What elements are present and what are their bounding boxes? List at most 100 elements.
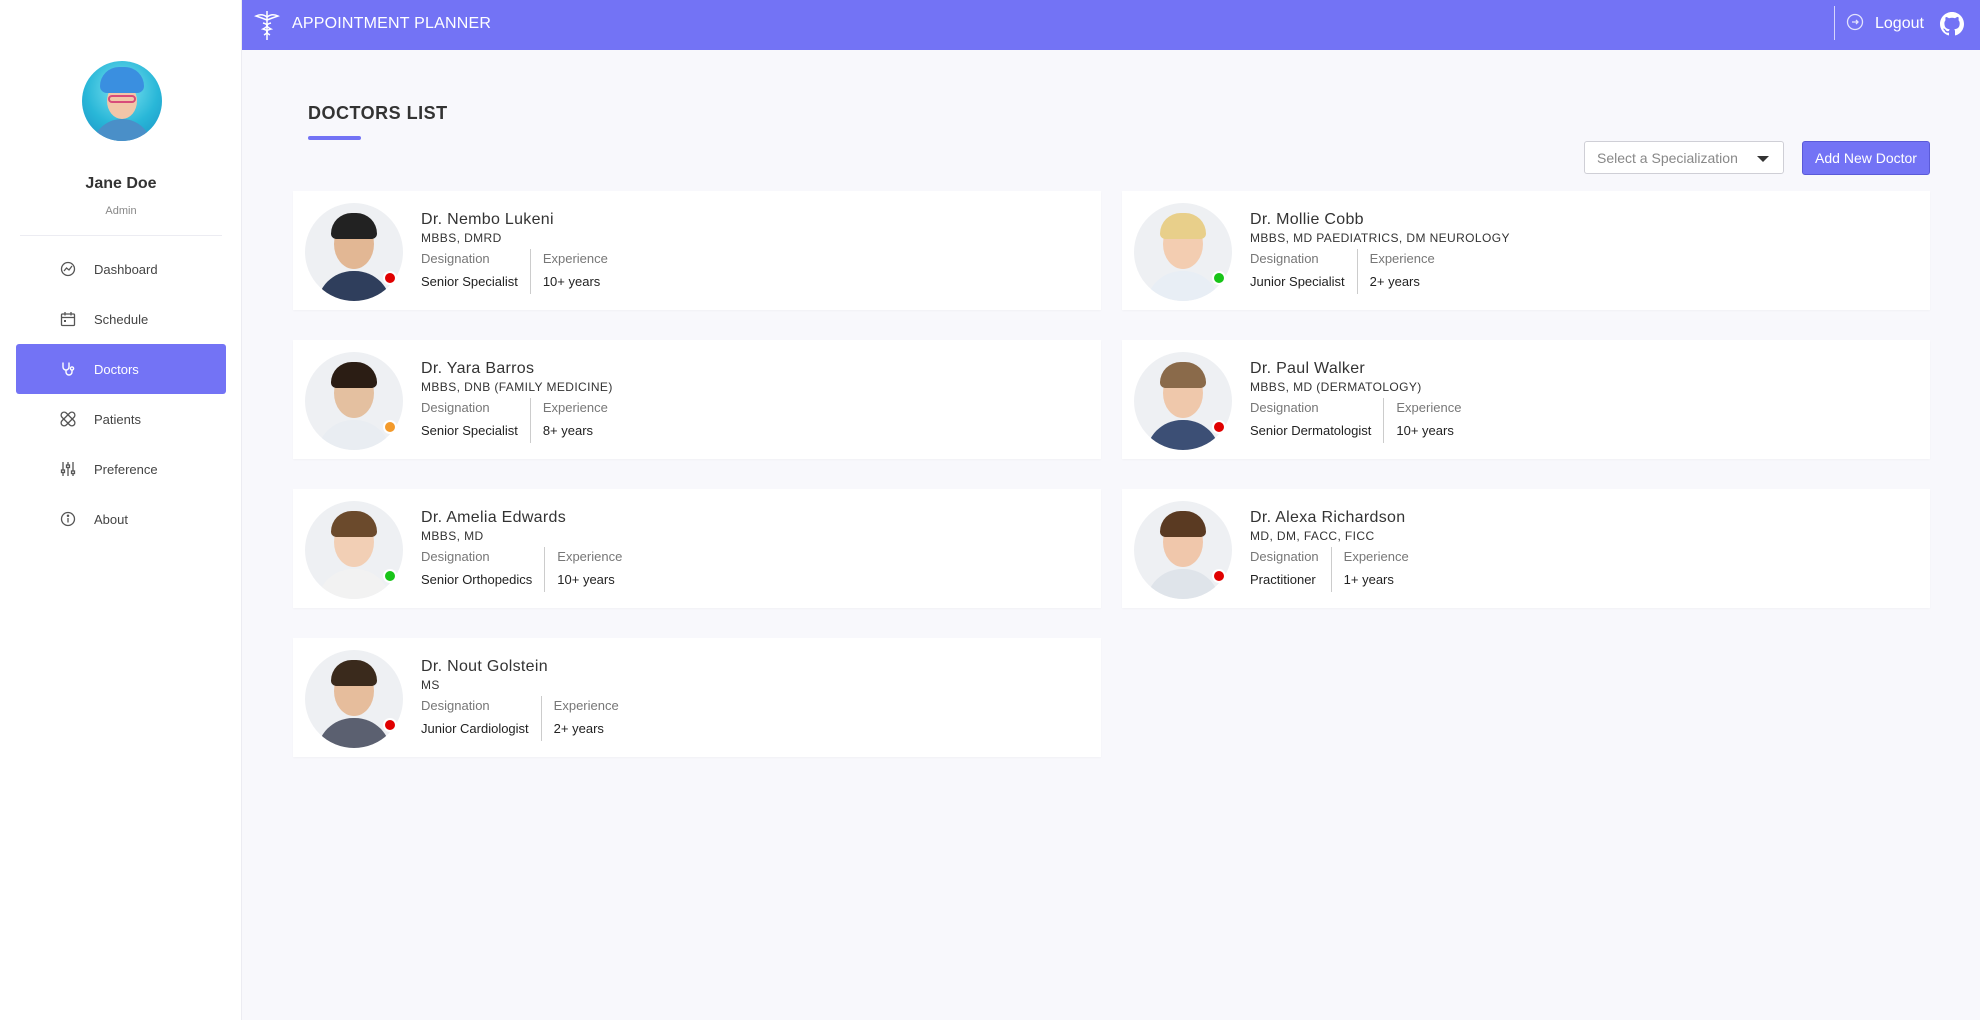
doctor-qualification: MS bbox=[421, 678, 440, 692]
sliders-icon bbox=[60, 462, 76, 476]
designation-label: Designation bbox=[1250, 549, 1319, 564]
doctor-name: Dr. Paul Walker bbox=[1250, 360, 1366, 377]
designation-label: Designation bbox=[1250, 251, 1319, 266]
user-name: Jane Doe bbox=[85, 175, 157, 192]
doctor-card[interactable]: Dr. Paul Walker MBBS, MD (DERMATOLOGY) D… bbox=[1122, 340, 1930, 459]
github-icon[interactable] bbox=[1940, 12, 1964, 36]
experience-label: Experience bbox=[542, 400, 608, 415]
doctor-qualification: MBBS, DNB (FAMILY MEDICINE) bbox=[421, 380, 613, 394]
doctor-card[interactable]: Dr. Nembo Lukeni MBBS, DMRD Designation … bbox=[293, 191, 1101, 310]
sidebar-item-patients[interactable]: Patients bbox=[16, 394, 226, 444]
bandage-icon bbox=[60, 411, 76, 427]
user-role: Admin bbox=[105, 205, 137, 217]
status-indicator bbox=[1212, 271, 1226, 285]
designation-label: Designation bbox=[1250, 400, 1319, 415]
status-indicator bbox=[1212, 569, 1226, 583]
status-indicator bbox=[383, 271, 397, 285]
status-indicator bbox=[383, 718, 397, 732]
sidebar-item-label: Preference bbox=[94, 461, 158, 477]
doctor-card[interactable]: Dr. Alexa Richardson MD, DM, FACC, FICC … bbox=[1122, 489, 1930, 608]
page-title: DOCTORS LIST bbox=[308, 103, 448, 123]
designation-value: Senior Specialist bbox=[421, 274, 518, 289]
doctor-qualification: MBBS, MD PAEDIATRICS, DM NEUROLOGY bbox=[1250, 231, 1510, 245]
sidebar-item-about[interactable]: About bbox=[16, 494, 226, 544]
logout-button[interactable]: Logout bbox=[1875, 15, 1924, 33]
doctor-meta: Designation Junior Specialist Experience… bbox=[1250, 249, 1447, 294]
doctor-name: Dr. Mollie Cobb bbox=[1250, 211, 1364, 228]
sidebar-item-label: About bbox=[94, 511, 128, 527]
designation-label: Designation bbox=[421, 251, 490, 266]
designation-label: Designation bbox=[421, 698, 490, 713]
caduceus-icon bbox=[254, 11, 280, 40]
top-bar: APPOINTMENT PLANNER Logout bbox=[242, 0, 1980, 50]
doctor-photo bbox=[305, 650, 403, 748]
sidebar-item-label: Dashboard bbox=[94, 261, 158, 277]
info-icon bbox=[60, 511, 76, 527]
topbar-divider bbox=[1834, 6, 1835, 40]
stethoscope-icon bbox=[62, 362, 75, 376]
doctor-meta: Designation Senior Orthopedics Experienc… bbox=[421, 547, 634, 592]
sidebar-item-label: Patients bbox=[94, 411, 141, 427]
calendar-icon bbox=[60, 312, 76, 327]
doctor-meta: Designation Junior Cardiologist Experien… bbox=[421, 696, 631, 741]
experience-value: 10+ years bbox=[542, 274, 601, 289]
experience-label: Experience bbox=[1369, 251, 1435, 266]
experience-label: Experience bbox=[553, 698, 619, 713]
doctor-qualification: MBBS, DMRD bbox=[421, 231, 502, 245]
doctor-meta: Designation Practitioner Experience 1+ y… bbox=[1250, 547, 1421, 592]
sidebar-divider bbox=[20, 235, 222, 236]
experience-value: 1+ years bbox=[1343, 572, 1394, 587]
doctor-qualification: MBBS, MD (DERMATOLOGY) bbox=[1250, 380, 1422, 394]
status-indicator bbox=[383, 569, 397, 583]
doctor-card[interactable]: Dr. Amelia Edwards MBBS, MD Designation … bbox=[293, 489, 1101, 608]
doctor-meta: Designation Senior Specialist Experience… bbox=[421, 249, 620, 294]
doctor-name: Dr. Nembo Lukeni bbox=[421, 211, 554, 228]
add-doctor-button[interactable]: Add New Doctor bbox=[1802, 141, 1930, 175]
doctor-name: Dr. Amelia Edwards bbox=[421, 509, 567, 526]
doctor-photo bbox=[1134, 203, 1232, 301]
designation-value: Senior Orthopedics bbox=[421, 572, 533, 587]
experience-label: Experience bbox=[542, 251, 608, 266]
doctor-card[interactable]: Dr. Yara Barros MBBS, DNB (FAMILY MEDICI… bbox=[293, 340, 1101, 459]
doctor-name: Dr. Yara Barros bbox=[421, 360, 535, 377]
designation-label: Designation bbox=[421, 549, 490, 564]
experience-value: 2+ years bbox=[1369, 274, 1420, 289]
experience-value: 8+ years bbox=[542, 423, 594, 438]
specialization-placeholder: Select a Specialization bbox=[1597, 150, 1738, 166]
status-indicator bbox=[1212, 420, 1226, 434]
sidebar-nav: Dashboard Schedule Doctors Patients Pref… bbox=[16, 244, 226, 544]
doctor-photo bbox=[305, 203, 403, 301]
doctor-name: Dr. Alexa Richardson bbox=[1250, 509, 1406, 526]
designation-value: Practitioner bbox=[1250, 572, 1316, 587]
logout-icon[interactable] bbox=[1846, 13, 1864, 31]
sidebar-item-dashboard[interactable]: Dashboard bbox=[16, 244, 226, 294]
chevron-down-icon bbox=[1757, 156, 1769, 162]
doctor-card[interactable]: Dr. Mollie Cobb MBBS, MD PAEDIATRICS, DM… bbox=[1122, 191, 1930, 310]
specialization-select[interactable]: Select a Specialization bbox=[1584, 141, 1784, 174]
doctor-qualification: MBBS, MD bbox=[421, 529, 484, 543]
designation-value: Junior Specialist bbox=[1250, 274, 1345, 289]
designation-value: Senior Specialist bbox=[421, 423, 518, 438]
dashboard-icon bbox=[60, 261, 76, 277]
experience-value: 2+ years bbox=[553, 721, 604, 736]
doctor-photo bbox=[1134, 352, 1232, 450]
sidebar-item-label: Schedule bbox=[94, 311, 149, 327]
app-title: APPOINTMENT PLANNER bbox=[292, 15, 492, 32]
title-underline bbox=[308, 136, 361, 140]
sidebar: Jane Doe Admin Dashboard Schedule Doctor… bbox=[0, 0, 242, 1020]
designation-value: Senior Dermatologist bbox=[1250, 423, 1372, 438]
doctor-photo bbox=[305, 352, 403, 450]
sidebar-item-doctors[interactable]: Doctors bbox=[16, 344, 226, 394]
sidebar-item-preference[interactable]: Preference bbox=[16, 444, 226, 494]
experience-label: Experience bbox=[1343, 549, 1409, 564]
doctor-card[interactable]: Dr. Nout Golstein MS Designation Junior … bbox=[293, 638, 1101, 757]
sidebar-item-schedule[interactable]: Schedule bbox=[16, 294, 226, 344]
experience-label: Experience bbox=[557, 549, 623, 564]
doctor-meta: Designation Senior Dermatologist Experie… bbox=[1250, 398, 1473, 443]
sidebar-item-label: Doctors bbox=[94, 361, 139, 377]
doctor-photo bbox=[305, 501, 403, 599]
experience-value: 10+ years bbox=[1396, 423, 1454, 438]
doctor-photo bbox=[1134, 501, 1232, 599]
designation-value: Junior Cardiologist bbox=[421, 721, 529, 736]
doctor-meta: Designation Senior Specialist Experience… bbox=[421, 398, 620, 443]
